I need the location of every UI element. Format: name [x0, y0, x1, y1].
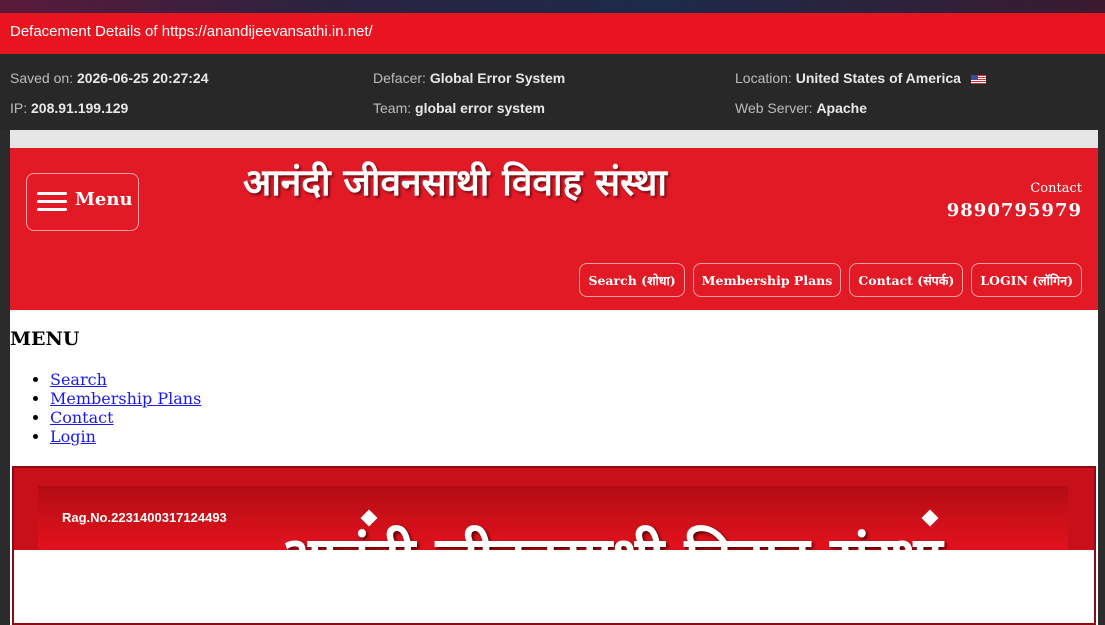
header-nav: Search (शोधा) Membership Plans Contact (…: [579, 263, 1082, 297]
web-server-value: Apache: [816, 100, 868, 116]
saved-on-field: Saved on: 2026-06-25 20:27:24: [10, 70, 209, 86]
search-nav-button[interactable]: Search (शोधा): [579, 263, 685, 297]
menu-heading: MENU: [10, 328, 80, 350]
team-label: Team:: [373, 100, 412, 116]
location-label: Location:: [735, 70, 792, 86]
banner-text: Defacement Details of https://anandijeev…: [10, 23, 373, 40]
hamburger-icon: [37, 192, 67, 212]
frame-top-bar: [10, 130, 1098, 148]
list-item: Login: [50, 427, 201, 446]
site-header: Menu आनंदी जीवनसाथी विवाह संस्था Contact…: [10, 148, 1098, 310]
site-title: आनंदी जीवनसाथी विवाह संस्था: [242, 160, 668, 204]
contact-phone[interactable]: 9890795979: [947, 200, 1082, 221]
list-item: Membership Plans: [50, 389, 201, 408]
location-field: Location: United States of America: [735, 70, 986, 86]
menu-section: MENU Search Membership Plans Contact Log…: [10, 310, 1098, 462]
menu-link-membership-plans[interactable]: Membership Plans: [50, 389, 201, 408]
menu-button-label: Menu: [75, 189, 133, 210]
loading-overlay: [14, 550, 1094, 623]
defacement-info-panel: Saved on: 2026-06-25 20:27:24 Defacer: G…: [0, 54, 1105, 130]
contact-label: Contact: [1030, 181, 1082, 196]
login-nav-button[interactable]: LOGIN (लॉगिन): [971, 263, 1082, 297]
defacer-value: Global Error System: [429, 70, 566, 86]
hero-banner-frame: Rag.No.2231400317124493 आनंदी जीवनसाथी व…: [12, 466, 1096, 625]
menu-list: Search Membership Plans Contact Login: [50, 370, 201, 446]
defacer-field: Defacer: Global Error System: [373, 70, 565, 86]
ip-field: IP: 208.91.199.129: [10, 100, 128, 116]
defacement-banner: Defacement Details of https://anandijeev…: [0, 13, 1105, 54]
mirror-frame[interactable]: Menu आनंदी जीवनसाथी विवाह संस्था Contact…: [10, 130, 1098, 625]
us-flag-icon: [970, 74, 986, 84]
ip-value: 208.91.199.129: [31, 100, 129, 116]
menu-link-login[interactable]: Login: [50, 427, 96, 446]
hero-banner: Rag.No.2231400317124493 आनंदी जीवनसाथी व…: [10, 462, 1098, 625]
saved-on-value: 2026-06-25 20:27:24: [76, 70, 209, 86]
team-field: Team: global error system: [373, 100, 545, 116]
registration-number: Rag.No.2231400317124493: [62, 510, 227, 525]
menu-button[interactable]: Menu: [26, 173, 139, 231]
saved-on-label: Saved on:: [10, 70, 74, 86]
membership-plans-nav-button[interactable]: Membership Plans: [692, 263, 842, 297]
top-decorative-strip: [0, 0, 1105, 13]
list-item: Contact: [50, 408, 201, 427]
menu-link-search[interactable]: Search: [50, 370, 107, 389]
web-server-field: Web Server: Apache: [735, 100, 867, 116]
menu-link-contact[interactable]: Contact: [50, 408, 114, 427]
team-value: global error system: [415, 100, 545, 116]
location-value: United States of America: [795, 70, 961, 86]
contact-nav-button[interactable]: Contact (संपर्क): [849, 263, 964, 297]
web-server-label: Web Server:: [735, 100, 813, 116]
ip-label: IP:: [10, 100, 28, 116]
list-item: Search: [50, 370, 201, 389]
defacer-label: Defacer:: [373, 70, 426, 86]
